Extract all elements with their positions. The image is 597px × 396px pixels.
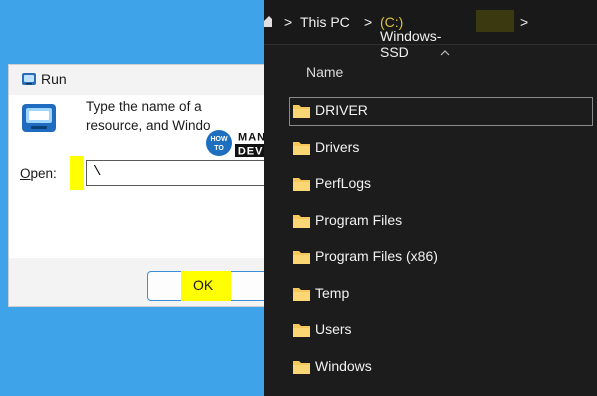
open-label: Open:	[20, 166, 57, 181]
sort-ascending-icon	[440, 50, 450, 56]
folder-row[interactable]: Drivers	[292, 136, 592, 162]
highlight-marker	[70, 156, 84, 190]
open-label-text: pen:	[30, 166, 57, 181]
run-description-line1: Type the name of a	[86, 99, 202, 114]
run-dialog: Run Type the name of a resource, and Win…	[8, 64, 276, 307]
folder-icon	[293, 178, 310, 191]
open-label-accesskey: O	[20, 166, 31, 181]
breadcrumb-separator: >	[520, 14, 529, 30]
breadcrumb-separator: >	[364, 14, 373, 30]
open-input[interactable]: \	[86, 160, 276, 186]
breadcrumb-drive[interactable]: Windows-SSD (C:)	[380, 14, 441, 60]
svg-text:HOW: HOW	[210, 136, 228, 143]
folder-name: Temp	[315, 285, 350, 301]
folder-name: Windows	[315, 358, 372, 374]
folder-icon	[293, 142, 310, 155]
ok-button-label: OK	[193, 277, 214, 293]
breadcrumb: > This PC > Windows-SSD (C:) >	[264, 0, 597, 60]
run-program-icon	[22, 104, 56, 132]
file-explorer-pane: > This PC > Windows-SSD (C:) > Name DRIV…	[264, 0, 597, 396]
open-input-value: \	[93, 164, 102, 180]
folder-name: Program Files (x86)	[315, 248, 438, 264]
breadcrumb-drive-name: Windows-SSD	[380, 28, 442, 60]
folder-row[interactable]: Program Files	[292, 209, 592, 235]
folder-name: Users	[315, 321, 352, 337]
folder-name: DRIVER	[315, 102, 368, 118]
folder-icon	[293, 288, 310, 301]
svg-text:TO: TO	[214, 145, 224, 152]
highlight-marker	[476, 10, 514, 32]
run-description: Type the name of a resource, and Windo	[86, 97, 211, 135]
folder-icon	[293, 105, 310, 118]
breadcrumb-this-pc[interactable]: This PC	[300, 14, 350, 30]
run-title: Run	[41, 71, 67, 87]
run-titlebar: Run	[9, 65, 272, 95]
folder-row[interactable]: Program Files (x86)	[292, 245, 592, 271]
folder-icon	[293, 215, 310, 228]
breadcrumb-separator: >	[284, 14, 293, 30]
folder-icon	[293, 251, 310, 264]
folder-name: PerfLogs	[315, 175, 372, 191]
folder-row[interactable]: DRIVER	[292, 99, 592, 125]
folder-icon	[293, 361, 310, 374]
folder-row[interactable]: Windows	[292, 355, 592, 381]
folder-icon	[293, 324, 310, 337]
run-description-line2: resource, and Windo	[86, 118, 211, 133]
column-header-name[interactable]: Name	[306, 64, 343, 80]
run-app-icon	[22, 73, 36, 85]
folder-row[interactable]: Users	[292, 318, 592, 344]
folder-row[interactable]: PerfLogs	[292, 172, 592, 198]
folder-name: Program Files	[315, 212, 403, 228]
folder-row[interactable]: Temp	[292, 282, 592, 308]
folder-name: Drivers	[315, 139, 360, 155]
home-icon[interactable]	[264, 15, 272, 27]
